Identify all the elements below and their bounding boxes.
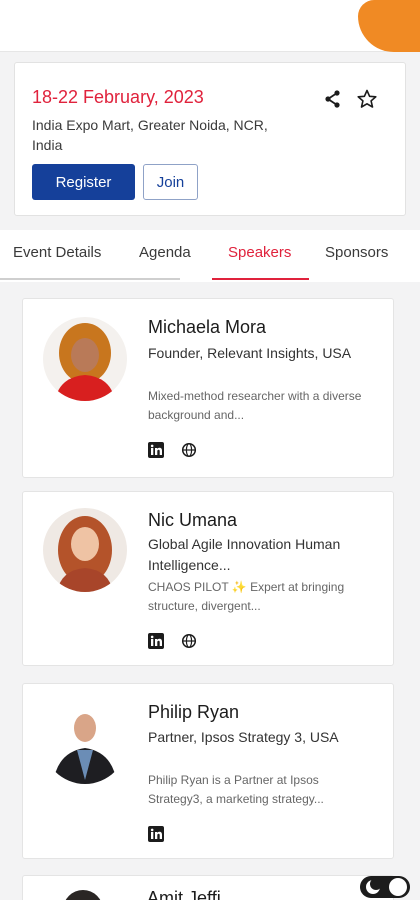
globe-icon[interactable]	[181, 442, 197, 458]
speaker-bio: Mixed-method researcher with a diverse b…	[148, 389, 362, 422]
speaker-title: Partner, Ipsos Strategy 3, USA	[148, 729, 339, 745]
globe-icon[interactable]	[181, 633, 197, 649]
speaker-name-partial: Amit Jeffi...	[147, 888, 236, 900]
avatar	[63, 890, 103, 900]
linkedin-icon[interactable]	[148, 633, 164, 649]
star-icon[interactable]	[356, 88, 378, 110]
speaker-card[interactable]: Philip Ryan Partner, Ipsos Strategy 3, U…	[22, 683, 394, 859]
event-date: 18-22 February, 2023	[32, 87, 204, 107]
speaker-title: Global Agile Innovation Human Intelligen…	[148, 536, 341, 573]
register-button[interactable]: Register	[32, 164, 135, 200]
toggle-knob	[389, 878, 407, 896]
linkedin-icon[interactable]	[148, 826, 164, 842]
speaker-bio: Philip Ryan is a Partner at Ipsos Strate…	[148, 773, 324, 806]
share-icon[interactable]	[323, 89, 343, 109]
tab-event-details[interactable]: Event Details	[13, 244, 101, 261]
tab-sponsors[interactable]: Sponsors	[325, 244, 388, 261]
speaker-name: Philip Ryan	[148, 702, 240, 722]
speaker-name: Nic Umana	[148, 510, 238, 530]
avatar	[43, 508, 127, 592]
active-tab-indicator	[212, 278, 309, 280]
linkedin-icon[interactable]	[148, 442, 164, 458]
brand-orange-shape	[358, 0, 420, 52]
join-button[interactable]: Join	[143, 164, 198, 200]
tab-divider	[0, 278, 180, 280]
avatar	[43, 700, 127, 784]
speaker-title: Founder, Relevant Insights, USA	[148, 345, 352, 361]
speaker-name: Michaela Mora	[148, 317, 267, 337]
tab-agenda[interactable]: Agenda	[139, 244, 191, 261]
event-tabs: Event Details Agenda Speakers Sponsors	[0, 230, 420, 282]
speaker-card[interactable]: Nic Umana Global Agile Innovation Human …	[22, 491, 394, 666]
speaker-card[interactable]: Michaela Mora Founder, Relevant Insights…	[22, 298, 394, 478]
top-bar	[0, 0, 420, 52]
event-venue: India Expo Mart, Greater Noida, NCR, Ind…	[32, 117, 268, 153]
event-summary-card: 18-22 February, 2023 India Expo Mart, Gr…	[14, 62, 406, 216]
tab-speakers[interactable]: Speakers	[228, 244, 291, 261]
avatar	[43, 317, 127, 401]
dark-mode-toggle[interactable]	[360, 876, 410, 898]
speaker-bio: CHAOS PILOT ✨ Expert at bringing structu…	[148, 580, 345, 613]
